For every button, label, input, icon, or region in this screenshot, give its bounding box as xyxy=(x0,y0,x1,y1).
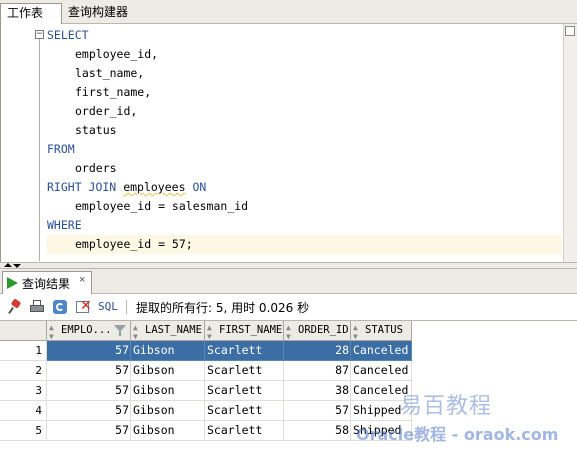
pane-splitter[interactable] xyxy=(0,262,577,269)
cell-last-name[interactable]: Gibson xyxy=(131,401,205,421)
cell-employee-id[interactable]: 57 xyxy=(47,421,131,441)
code-text: employee_id, xyxy=(75,47,159,61)
cell-last-name[interactable]: Gibson xyxy=(131,381,205,401)
cell-order-id[interactable]: 38 xyxy=(284,381,351,401)
row-number: 2 xyxy=(0,361,47,381)
row-number: 3 xyxy=(0,381,47,401)
collapse-down-icon[interactable] xyxy=(13,264,21,268)
fold-guide-line xyxy=(39,39,40,261)
cell-employee-id[interactable]: 57 xyxy=(47,341,131,361)
cell-first-name[interactable]: Scarlett xyxy=(205,381,284,401)
column-header-order-id[interactable]: ▲ ▼ORDER_ID xyxy=(284,321,351,341)
print-icon[interactable] xyxy=(29,299,45,315)
code-text: employees xyxy=(123,180,186,194)
sort-icon[interactable]: ▲ ▼ xyxy=(133,323,143,340)
watermark-subtitle: Oracle教程 - oraok.com xyxy=(356,425,559,444)
code-text: first_name, xyxy=(75,85,152,99)
column-header-status[interactable]: ▲ ▼STATUS xyxy=(351,321,412,341)
code-line: status xyxy=(47,121,562,140)
cell-first-name[interactable]: Scarlett xyxy=(205,361,284,381)
sql-keyword: SELECT xyxy=(47,28,89,42)
cell-status[interactable]: Canceled xyxy=(351,361,412,381)
close-icon[interactable]: × xyxy=(79,274,85,286)
code-text: order_id, xyxy=(75,104,138,118)
cell-order-id[interactable]: 28 xyxy=(284,341,351,361)
cell-order-id[interactable]: 58 xyxy=(284,421,351,441)
sql-button[interactable]: SQL xyxy=(98,300,118,313)
row-number: 1 xyxy=(0,341,47,361)
code-text: status xyxy=(75,123,117,137)
results-tabbar: 查询结果 × xyxy=(0,269,577,294)
pin-icon[interactable] xyxy=(7,298,23,315)
code-line: last_name, xyxy=(47,64,562,83)
code-line: employee_id = salesman_id xyxy=(47,197,562,216)
cell-employee-id[interactable]: 57 xyxy=(47,361,131,381)
code-line: first_name, xyxy=(47,83,562,102)
worksheet-tabbar: 工作表 查询构建器 xyxy=(0,0,577,24)
results-tab-label: 查询结果 xyxy=(22,277,71,291)
code-text: last_name, xyxy=(75,66,145,80)
fold-toggle-icon[interactable]: − xyxy=(35,30,44,39)
column-header-employee-id[interactable]: ▲ ▼EMPLO... xyxy=(47,321,131,341)
cell-first-name[interactable]: Scarlett xyxy=(205,341,284,361)
column-header-first-name[interactable]: ▲ ▼FIRST_NAME xyxy=(205,321,284,341)
row-number-header xyxy=(0,321,47,341)
cell-order-id[interactable]: 87 xyxy=(284,361,351,381)
tab-worksheet[interactable]: 工作表 xyxy=(0,3,62,24)
sql-keyword: RIGHT JOIN xyxy=(47,180,117,194)
sort-icon[interactable]: ▲ ▼ xyxy=(207,323,217,340)
filter-icon[interactable] xyxy=(113,323,126,337)
sql-keyword: ON xyxy=(192,180,207,194)
run-result-icon xyxy=(7,277,18,289)
current-code-line: employee_id = 57; xyxy=(47,235,562,254)
code-text: employee_id = 57; xyxy=(75,237,193,251)
expand-up-icon[interactable] xyxy=(4,263,12,267)
code-line: order_id, xyxy=(47,102,562,121)
delete-table-icon[interactable]: ✕ xyxy=(75,298,92,315)
cell-first-name[interactable]: Scarlett xyxy=(205,421,284,441)
cell-employee-id[interactable]: 57 xyxy=(47,401,131,421)
sql-keyword: FROM xyxy=(47,142,75,156)
cell-last-name[interactable]: Gibson xyxy=(131,341,205,361)
column-header-last-name[interactable]: ▲ ▼LAST_NAME xyxy=(131,321,205,341)
editor-scrollbar[interactable] xyxy=(563,24,577,262)
code-text: employee_id = salesman_id xyxy=(75,199,249,213)
cell-last-name[interactable]: Gibson xyxy=(131,361,205,381)
code-line: WHERE xyxy=(47,216,562,235)
code-line: orders xyxy=(47,159,562,178)
fetch-status: 提取的所有行: 5, 用时 0.026 秒 xyxy=(136,301,310,315)
toolbar-divider xyxy=(126,300,127,314)
code-line: FROM xyxy=(47,140,562,159)
cell-status[interactable]: Canceled xyxy=(351,341,412,361)
cell-first-name[interactable]: Scarlett xyxy=(205,401,284,421)
code-line: employee_id, xyxy=(47,45,562,64)
row-number: 4 xyxy=(0,401,47,421)
cell-last-name[interactable]: Gibson xyxy=(131,421,205,441)
cell-employee-id[interactable]: 57 xyxy=(47,381,131,401)
sort-icon[interactable]: ▲ ▼ xyxy=(49,323,59,340)
sort-icon[interactable]: ▲ ▼ xyxy=(286,323,296,340)
row-number: 5 xyxy=(0,421,47,441)
tab-query-results[interactable]: 查询结果 × xyxy=(2,271,92,294)
results-toolbar: ✕ SQL 提取的所有行: 5, 用时 0.026 秒 xyxy=(0,295,577,319)
code-area[interactable]: SELECT employee_id, last_name, first_nam… xyxy=(47,26,562,254)
table-row[interactable]: 1 57 Gibson Scarlett 28 Canceled xyxy=(0,341,577,361)
tab-query-builder[interactable]: 查询构建器 xyxy=(62,3,138,24)
cell-order-id[interactable]: 57 xyxy=(284,401,351,421)
table-row[interactable]: 2 57 Gibson Scarlett 87 Canceled xyxy=(0,361,577,381)
code-line: SELECT xyxy=(47,26,562,45)
code-text: orders xyxy=(75,161,117,175)
sql-editor[interactable]: − SELECT employee_id, last_name, first_n… xyxy=(0,24,577,262)
sort-icon[interactable]: ▲ ▼ xyxy=(353,323,363,340)
scroll-corner-box[interactable] xyxy=(565,26,575,36)
code-line: RIGHT JOIN employees ON xyxy=(47,178,562,197)
sql-keyword: WHERE xyxy=(47,218,82,232)
watermark-title: 易百教程 xyxy=(400,394,493,419)
refresh-icon[interactable] xyxy=(52,299,68,315)
